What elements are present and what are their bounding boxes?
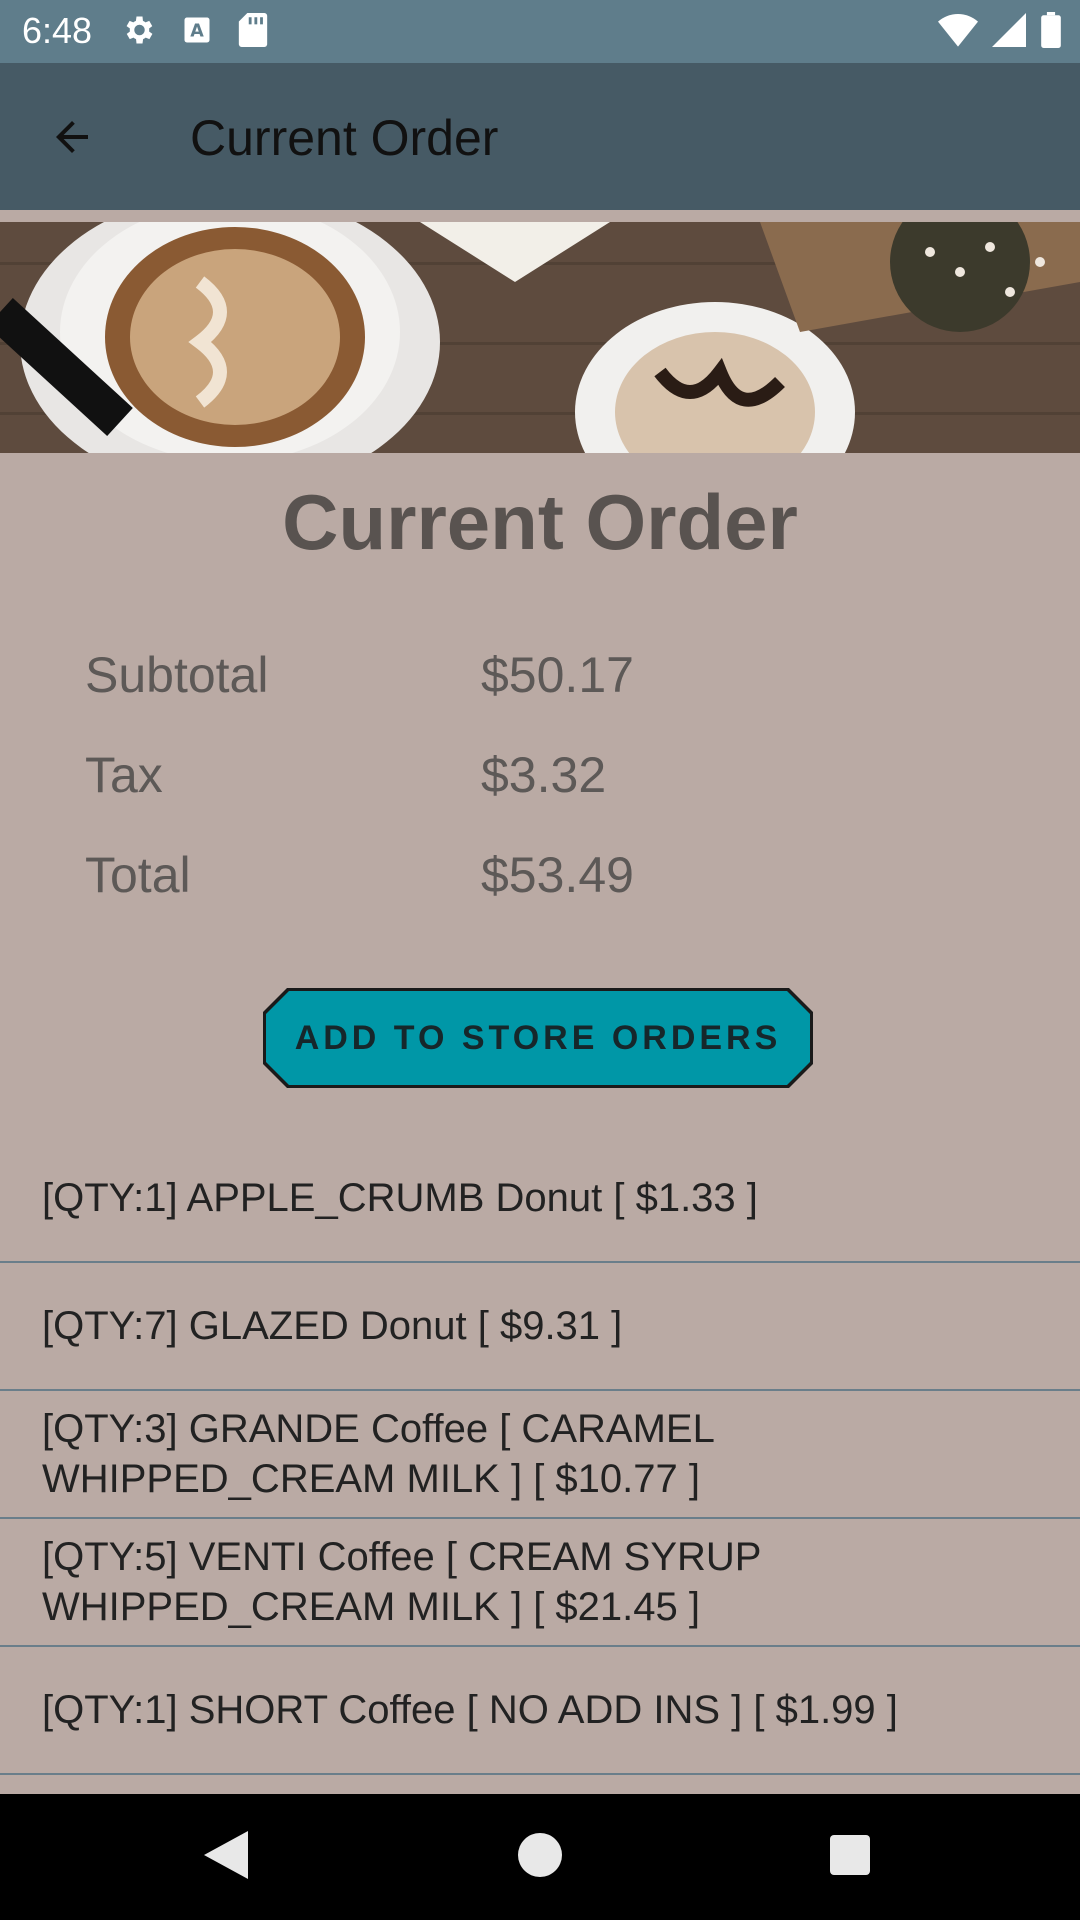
coffee-donut-image <box>0 222 1080 453</box>
list-item[interactable]: [QTY:7] GLAZED Donut [ $9.31 ] <box>0 1263 1080 1391</box>
add-to-store-orders-wrapper: ADD TO STORE ORDERS <box>263 988 813 1088</box>
back-button[interactable] <box>36 103 108 175</box>
list-item[interactable]: [QTY:1] APPLE_CRUMB Donut [ $1.33 ] <box>0 1135 1080 1263</box>
page-title: Current Order <box>282 478 798 566</box>
nav-home-button[interactable] <box>500 1822 580 1892</box>
system-nav-bar <box>0 1794 1080 1920</box>
order-item-text: [QTY:3] GRANDE Coffee [ CARAMEL WHIPPED_… <box>42 1407 714 1501</box>
list-item[interactable]: [QTY:5] VENTI Coffee [ CREAM SYRUP WHIPP… <box>0 1519 1080 1647</box>
add-to-store-orders-button[interactable]: ADD TO STORE ORDERS <box>266 991 810 1085</box>
status-icons-right <box>938 12 1062 53</box>
subtotal-value: $50.17 <box>481 647 634 703</box>
order-item-text: [QTY:7] GLAZED Donut [ $9.31 ] <box>42 1304 623 1348</box>
list-item[interactable]: [QTY:1] SHORT Coffee [ NO ADD INS ] [ $1… <box>0 1647 1080 1775</box>
status-bar: 6:48 A <box>0 0 1080 63</box>
app-bar: Current Order <box>0 63 1080 210</box>
wifi-icon <box>938 13 978 52</box>
order-items-list[interactable]: [QTY:1] APPLE_CRUMB Donut [ $1.33 ] [QTY… <box>0 1135 1080 1775</box>
battery-icon <box>1040 12 1062 53</box>
tax-value: $3.32 <box>481 747 607 803</box>
subtotal-label: Subtotal <box>85 647 269 703</box>
arrow-back-icon <box>48 113 96 166</box>
font-a-icon: A <box>182 15 212 50</box>
settings-icon <box>120 12 156 53</box>
summary-row-subtotal: Subtotal $50.17 <box>85 640 985 710</box>
order-item-text: [QTY:1] APPLE_CRUMB Donut [ $1.33 ] <box>42 1176 758 1220</box>
summary-row-total: Total $53.49 <box>85 840 985 910</box>
nav-home-icon <box>518 1832 562 1882</box>
total-value: $53.49 <box>481 847 634 903</box>
sd-card-icon <box>238 13 268 52</box>
cellular-signal-icon <box>992 13 1026 52</box>
list-item[interactable]: [QTY:3] GRANDE Coffee [ CARAMEL WHIPPED_… <box>0 1391 1080 1519</box>
status-time: 6:48 <box>22 10 93 51</box>
summary-row-tax: Tax $3.32 <box>85 740 985 810</box>
app-bar-title: Current Order <box>190 110 499 166</box>
nav-recents-button[interactable] <box>810 1822 890 1892</box>
nav-back-icon <box>204 1830 248 1884</box>
nav-back-button[interactable] <box>186 1822 266 1892</box>
order-item-text: [QTY:1] SHORT Coffee [ NO ADD INS ] [ $1… <box>42 1688 898 1732</box>
nav-recents-icon <box>830 1834 870 1880</box>
status-icons-left: A <box>120 12 268 53</box>
tax-label: Tax <box>85 747 163 803</box>
svg-text:A: A <box>190 21 204 41</box>
total-label: Total <box>85 847 191 903</box>
order-item-text: [QTY:5] VENTI Coffee [ CREAM SYRUP WHIPP… <box>42 1535 761 1629</box>
